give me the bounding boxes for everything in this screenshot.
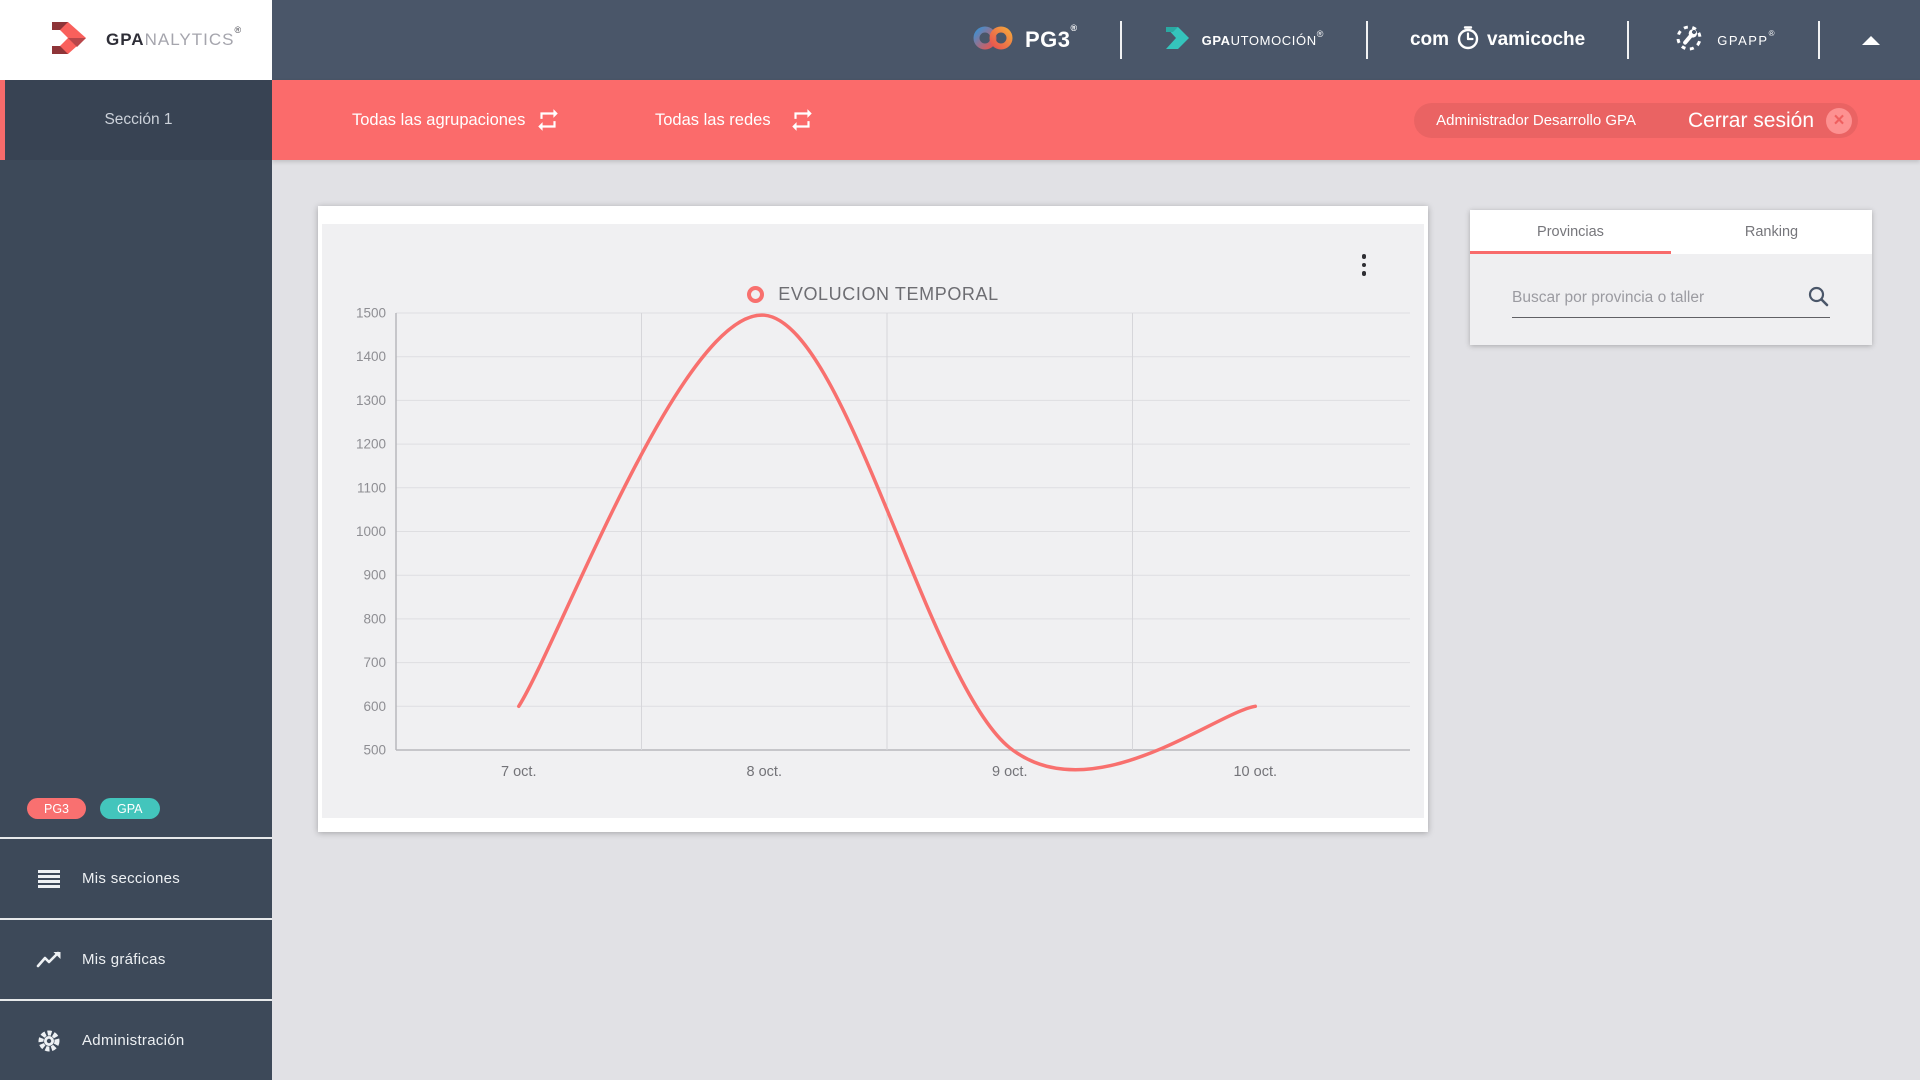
filter-agrupaciones[interactable]: Todas las agrupaciones bbox=[352, 80, 525, 160]
gpapp-logo[interactable]: GPAPP® bbox=[1671, 20, 1776, 61]
evolution-chart-svg: 500 600 700 800 900 1000 1100 1200 1300 1400 1500 7… bbox=[356, 306, 1410, 780]
svg-text:900: 900 bbox=[363, 568, 386, 583]
sidebar-item-mis-secciones[interactable]: Mis secciones bbox=[0, 837, 272, 918]
gear-icon bbox=[36, 1029, 62, 1053]
tab-ranking[interactable]: Ranking bbox=[1671, 210, 1872, 254]
gpanalytics-arrow-icon bbox=[46, 15, 92, 66]
header-divider bbox=[1818, 21, 1820, 59]
gpanalytics-dashboard: PG3® GPAUTOMOCIÓN® com vamicoche GPAPP® … bbox=[0, 0, 1920, 1080]
svg-text:1100: 1100 bbox=[357, 480, 386, 495]
swap-redes-icon[interactable] bbox=[789, 107, 815, 133]
svg-text:1200: 1200 bbox=[356, 437, 386, 452]
gpautomocion-reg: ® bbox=[1316, 28, 1324, 39]
pg3-reg: ® bbox=[1070, 23, 1078, 33]
menu-item-label: Administración bbox=[82, 1032, 185, 1049]
sidebar-item-administracion[interactable]: Administración bbox=[0, 999, 272, 1080]
sidebar-menu: Mis secciones Mis gráficas Administració… bbox=[0, 837, 272, 1080]
gpautomocion-logo[interactable]: GPAUTOMOCIÓN® bbox=[1164, 25, 1324, 56]
svg-text:1500: 1500 bbox=[356, 306, 386, 321]
filter-toolbar: Todas las agrupaciones Todas las redes A… bbox=[272, 80, 1920, 160]
user-session-pill: Administrador Desarrollo GPA Cerrar sesi… bbox=[1414, 103, 1858, 138]
active-tab-underline bbox=[1470, 251, 1671, 254]
sidebar-item-seccion-1[interactable]: Sección 1 bbox=[0, 80, 272, 160]
gpapp-reg: ® bbox=[1768, 28, 1776, 38]
comprovamicoche-pre: com bbox=[1409, 29, 1450, 50]
logout-button[interactable]: Cerrar sesión bbox=[1688, 109, 1814, 133]
header-divider bbox=[1119, 21, 1122, 59]
svg-text:800: 800 bbox=[363, 611, 386, 626]
svg-text:500: 500 bbox=[363, 743, 386, 758]
svg-text:8 oct.: 8 oct. bbox=[747, 764, 782, 780]
provinces-panel: Provincias Ranking bbox=[1470, 210, 1872, 345]
badge-gpa[interactable]: GPA bbox=[100, 798, 160, 819]
pg3-logo[interactable]: PG3® bbox=[971, 23, 1078, 58]
pg3-label: PG3 bbox=[1024, 27, 1071, 52]
svg-text:9 oct.: 9 oct. bbox=[992, 764, 1027, 780]
evolution-chart-card: EVOLUCION TEMPORAL 500 600 700 800 900 1000 11… bbox=[318, 206, 1428, 832]
clock-icon bbox=[1455, 25, 1481, 56]
svg-text:1300: 1300 bbox=[356, 393, 386, 408]
gpautomocion-arrow-icon bbox=[1164, 25, 1192, 56]
gpapp-wrench-icon bbox=[1671, 20, 1707, 61]
chart-options-kebab-icon[interactable] bbox=[1358, 250, 1371, 280]
svg-text:600: 600 bbox=[363, 699, 386, 714]
sidebar: Sección 1 PG3 GPA Mis secciones Mis gráf… bbox=[0, 80, 272, 1080]
search-input[interactable] bbox=[1512, 281, 1830, 318]
search-icon[interactable] bbox=[1807, 285, 1830, 313]
tab-provincias[interactable]: Provincias bbox=[1470, 210, 1671, 254]
swap-agrupaciones-icon[interactable] bbox=[535, 107, 561, 133]
partner-logos: PG3® GPAUTOMOCIÓN® com vamicoche GPAPP® bbox=[971, 0, 1880, 80]
top-header-bar: PG3® GPAUTOMOCIÓN® com vamicoche GPAPP® bbox=[0, 0, 1920, 80]
gpautomocion-label-bold: GPA bbox=[1201, 32, 1231, 48]
logged-user-name: Administrador Desarrollo GPA bbox=[1436, 112, 1636, 129]
filter-redes[interactable]: Todas las redes bbox=[655, 80, 771, 160]
panel-search-area bbox=[1470, 254, 1872, 345]
sidebar-item-mis-graficas[interactable]: Mis gráficas bbox=[0, 918, 272, 999]
badge-pg3[interactable]: PG3 bbox=[27, 798, 87, 819]
svg-text:1400: 1400 bbox=[356, 349, 386, 364]
brand-nalytics: NALYTICS bbox=[144, 30, 235, 49]
brand-logo: GPANALYTICS® bbox=[0, 0, 272, 80]
brand-reg: ® bbox=[234, 25, 243, 35]
svg-text:10 oct.: 10 oct. bbox=[1233, 764, 1277, 780]
collapse-header-caret[interactable] bbox=[1862, 35, 1880, 45]
trend-icon bbox=[36, 950, 62, 970]
svg-text:7 oct.: 7 oct. bbox=[501, 764, 536, 780]
gpautomocion-label: UTOMOCIÓN bbox=[1230, 32, 1317, 48]
brand-gpa: GPA bbox=[106, 30, 145, 49]
section-label: Sección 1 bbox=[104, 111, 173, 128]
svg-text:700: 700 bbox=[363, 655, 386, 670]
sidebar-badges: PG3 GPA bbox=[27, 798, 160, 819]
pg3-infinity-icon bbox=[971, 23, 1015, 58]
comprovamicoche-post: vamicoche bbox=[1487, 29, 1586, 50]
menu-item-label: Mis gráficas bbox=[82, 951, 166, 968]
panel-tabbar: Provincias Ranking bbox=[1470, 210, 1872, 254]
menu-icon bbox=[36, 869, 62, 889]
comprovamicoche-logo[interactable]: com vamicoche bbox=[1410, 25, 1585, 56]
gpapp-label: GPAPP bbox=[1717, 32, 1769, 48]
logout-x-icon[interactable]: × bbox=[1826, 107, 1852, 134]
menu-item-label: Mis secciones bbox=[82, 870, 181, 887]
header-divider bbox=[1627, 21, 1630, 59]
svg-text:1000: 1000 bbox=[356, 524, 386, 539]
header-divider bbox=[1365, 21, 1368, 59]
